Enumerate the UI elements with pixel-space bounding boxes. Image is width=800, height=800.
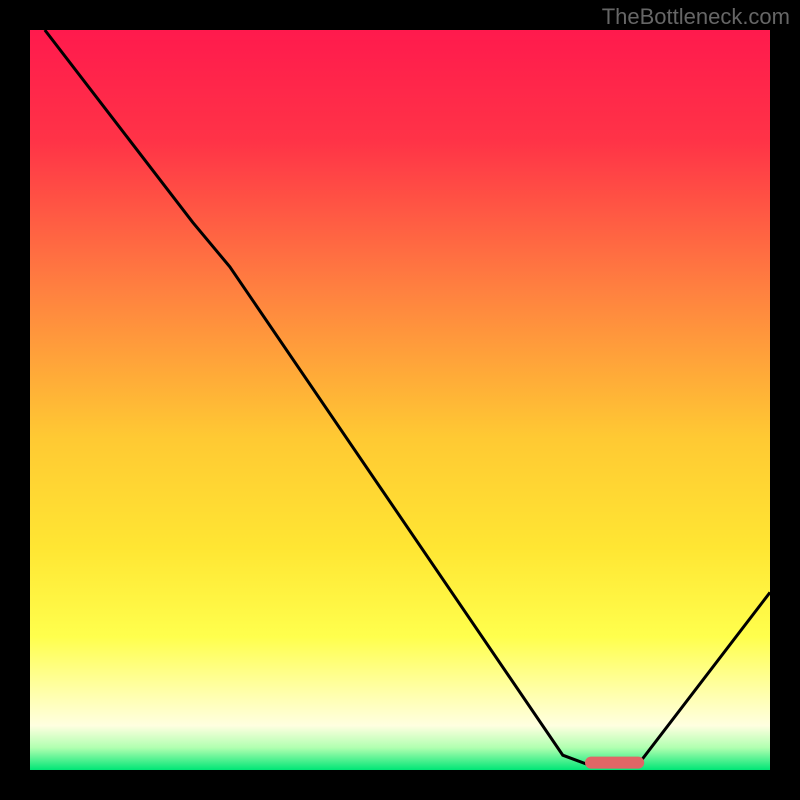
gradient-background — [30, 30, 770, 770]
optimal-marker — [585, 757, 644, 769]
chart-plot-area — [30, 30, 770, 770]
chart-svg — [30, 30, 770, 770]
watermark-text: TheBottleneck.com — [602, 4, 790, 30]
